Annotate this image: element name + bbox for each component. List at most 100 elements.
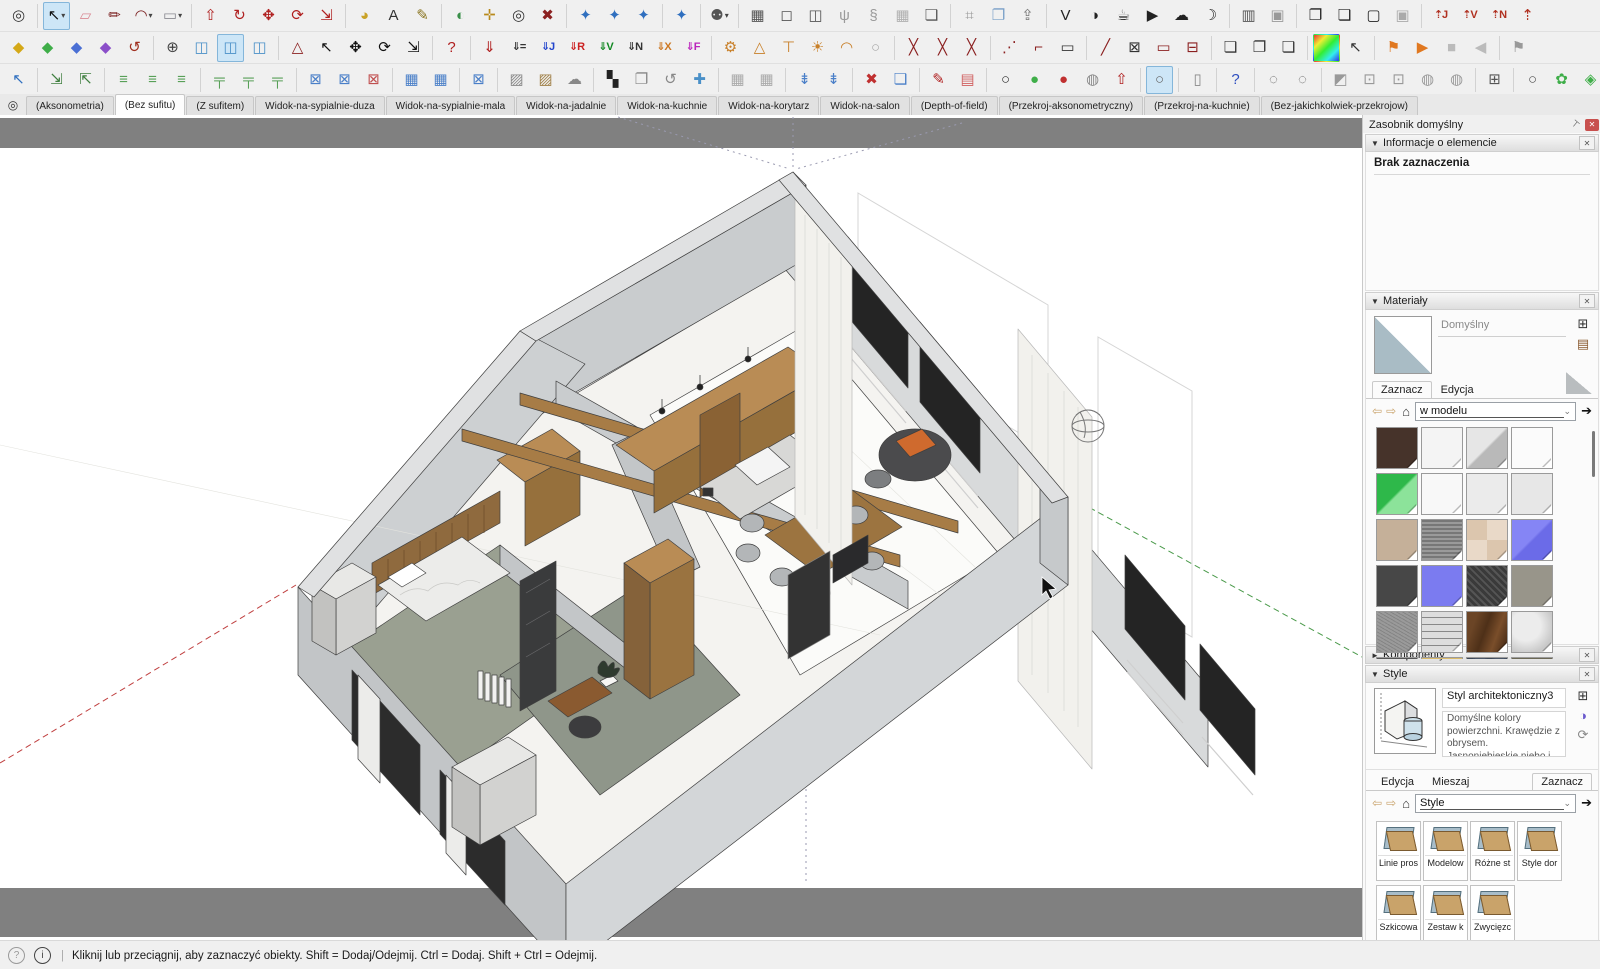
style-folder-style-dor[interactable]: Style dor [1517, 821, 1562, 881]
scene-tab-aksonometria[interactable]: (Aksonometria) [26, 96, 114, 115]
rail-add-icon[interactable]: ╤ [235, 66, 262, 94]
styles-header[interactable]: ▼ Style ✕ [1365, 665, 1599, 683]
column-tool-icon[interactable]: ▯ [1184, 66, 1211, 94]
material-walnut[interactable] [1466, 611, 1508, 653]
paint-bucket-tool-icon[interactable]: ◕ [351, 2, 378, 30]
material-speckled-gray[interactable] [1376, 611, 1418, 653]
export-n-icon[interactable]: ⇡N [1485, 2, 1512, 30]
dots-a-icon[interactable]: ◍ [1414, 66, 1441, 94]
grass-tool-icon[interactable]: ψ [831, 2, 858, 30]
list-green-a-icon[interactable]: ≡ [110, 66, 137, 94]
vray-asset-editor-icon[interactable]: ◑ [1081, 2, 1108, 30]
material-green[interactable] [1376, 473, 1418, 515]
sphere-active-icon[interactable]: ○ [1146, 66, 1173, 94]
rail-remove-icon[interactable]: ╤ [264, 66, 291, 94]
line-node-icon[interactable]: ╱ [1092, 34, 1119, 62]
drop-line-a-icon[interactable]: ⇟ [791, 66, 818, 94]
scale-up-green-icon[interactable]: ⇲ [43, 66, 70, 94]
drop-n-icon[interactable]: ⇓N [621, 34, 648, 62]
xframe-red-icon[interactable]: ⊠ [360, 66, 387, 94]
material-plaid[interactable] [1421, 611, 1463, 653]
dots-b-icon[interactable]: ◍ [1443, 66, 1470, 94]
move-black-icon[interactable]: ✥ [342, 34, 369, 62]
scene-search-icon[interactable]: ◎ [0, 95, 26, 115]
plugin-tool-darkred-icon[interactable]: ↺ [121, 34, 148, 62]
tray-close-icon[interactable]: ✕ [1585, 119, 1599, 131]
zoom-select-window-icon[interactable]: ◎ [5, 2, 32, 30]
material-light-gray[interactable] [1466, 473, 1508, 515]
display-pane-icon[interactable]: ▤ [1577, 336, 1589, 352]
rotate-black-icon[interactable]: ⟳ [371, 34, 398, 62]
scene-tab-widok-na-jadalnie[interactable]: Widok-na-jadalnie [516, 96, 616, 115]
prev-gray-icon[interactable]: ◀ [1467, 34, 1494, 62]
xframe-a-icon[interactable]: ⊠ [302, 66, 329, 94]
section-plane-a-icon[interactable]: ◫ [188, 34, 215, 62]
delete-red-icon[interactable]: ✖ [858, 66, 885, 94]
zoom-tool-icon[interactable]: ◎ [505, 2, 532, 30]
push-pull-tool-icon[interactable]: ⇧ [197, 2, 224, 30]
scene-tab-bez-jakichkolwiek-przekrojow[interactable]: (Bez-jakichkolwiek-przekrojow) [1261, 96, 1418, 115]
dome-tool-icon[interactable]: ◠ [833, 34, 860, 62]
select-tool-icon[interactable]: ↖▾ [43, 2, 70, 30]
frame-buffer-icon[interactable]: ❐ [1302, 2, 1329, 30]
array-copy-icon[interactable]: ❐ [985, 2, 1012, 30]
scene-tab-depth-of-field[interactable]: (Depth-of-field) [911, 96, 998, 115]
lasso-tool-icon[interactable]: △ [284, 34, 311, 62]
plus-rotate-icon[interactable]: ✚ [686, 66, 713, 94]
move-tool-icon[interactable]: ✥ [255, 2, 282, 30]
rect-node-icon[interactable]: ▭ [1150, 34, 1177, 62]
style-folder-różne-st[interactable]: Różne st [1470, 821, 1515, 881]
vray-logo-icon[interactable]: V [1052, 2, 1079, 30]
section-plane-b-icon[interactable]: ◫ [217, 34, 244, 62]
styles-tab-mieszaj[interactable]: Mieszaj [1423, 773, 1478, 790]
export-j-icon[interactable]: ⇡J [1427, 2, 1454, 30]
layout-update-icon[interactable]: ✦ [601, 2, 628, 30]
export-edge-icon[interactable]: ⇡ [1514, 2, 1541, 30]
scene-tab-widok-na-sypialnie-mala[interactable]: Widok-na-sypialnie-mala [386, 96, 515, 115]
details-arrow-icon[interactable]: ➔ [1581, 403, 1592, 419]
copy-style-icon[interactable]: ❐ [628, 66, 655, 94]
style-folder-modelow[interactable]: Modelow [1423, 821, 1468, 881]
create-style-icon[interactable]: ⊞ [1578, 688, 1589, 704]
follow-me-tool-icon[interactable]: ↻ [226, 2, 253, 30]
back-icon[interactable]: ⇦ [1372, 796, 1382, 810]
scale-black-icon[interactable]: ⇲ [400, 34, 427, 62]
drop-r-icon[interactable]: ⇓R [563, 34, 590, 62]
window-component-icon[interactable]: ▦ [889, 2, 916, 30]
edge-node-a-icon[interactable]: ⋰ [996, 34, 1023, 62]
styles-close-icon[interactable]: ✕ [1579, 667, 1595, 681]
vray-night-icon[interactable]: ☽ [1197, 2, 1224, 30]
material-white-2[interactable] [1421, 473, 1463, 515]
checker-icon[interactable]: ▚ [599, 66, 626, 94]
corner-grid-icon[interactable]: ❏ [887, 66, 914, 94]
dice-b-icon[interactable]: ⊡ [1385, 66, 1412, 94]
material-periwinkle[interactable] [1511, 519, 1553, 561]
material-gray-diagonal[interactable] [1466, 427, 1508, 469]
circle-select-a-icon[interactable]: ◌ [1260, 66, 1287, 94]
eraser-tool-icon[interactable]: ▱ [72, 2, 99, 30]
uv-tool-icon[interactable]: ↺ [657, 66, 684, 94]
settings-sun-icon[interactable]: ⚙ [717, 34, 744, 62]
intersect-c-icon[interactable]: ╳ [958, 34, 985, 62]
clip-tool-icon[interactable]: § [860, 2, 887, 30]
box-x-icon[interactable]: ⊠ [1121, 34, 1148, 62]
select-blue-icon[interactable]: ↖ [5, 66, 32, 94]
scene-tab-przekroj-na-kuchnie[interactable]: (Przekroj-na-kuchnie) [1144, 96, 1260, 115]
circle-select-b-icon[interactable]: ◌ [1289, 66, 1316, 94]
entity-info-close-icon[interactable]: ✕ [1579, 136, 1595, 150]
create-material-icon[interactable]: ⊞ [1578, 316, 1589, 332]
color-gradient-icon[interactable] [1313, 34, 1340, 62]
styles-tab-edycja[interactable]: Edycja [1372, 773, 1423, 790]
grid-tool-icon[interactable]: ⌗ [956, 2, 983, 30]
drop-eq-icon[interactable]: ⇓= [505, 34, 532, 62]
scene-tab-widok-na-sypialnie-duza[interactable]: Widok-na-sypialnie-duza [255, 96, 385, 115]
material-carbon[interactable] [1466, 565, 1508, 607]
white-box-icon[interactable]: ◻ [773, 2, 800, 30]
frame-curve-icon[interactable]: ▢ [1360, 2, 1387, 30]
vray-interactive-icon[interactable]: ▶ [1139, 2, 1166, 30]
account-icon[interactable]: ⚉▾ [706, 2, 733, 30]
intersect-a-icon[interactable]: ╳ [900, 34, 927, 62]
scene-tab-widok-na-kuchnie[interactable]: Widok-na-kuchnie [617, 96, 717, 115]
box-lift-icon[interactable]: ⇪ [1014, 2, 1041, 30]
material-dark-gray-2[interactable] [1376, 657, 1418, 659]
